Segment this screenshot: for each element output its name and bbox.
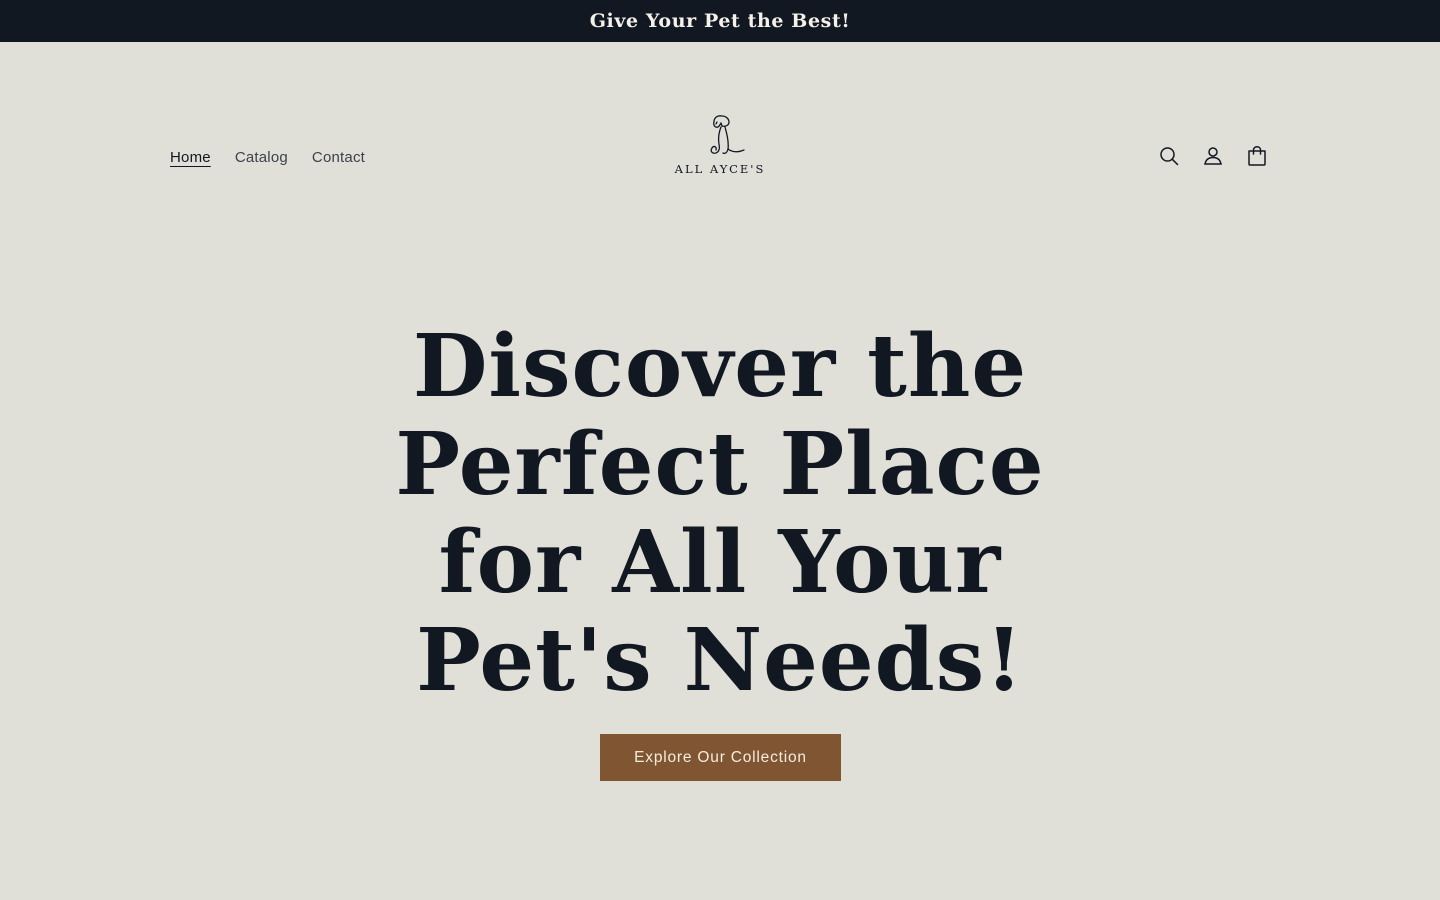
announcement-bar: Give Your Pet the Best!: [0, 0, 1440, 42]
account-icon[interactable]: [1202, 144, 1224, 168]
search-icon[interactable]: [1158, 144, 1180, 168]
hero-heading: Discover the Perfect Place for All Your …: [395, 316, 1045, 711]
dog-line-art-icon: [710, 115, 745, 155]
nav-item-catalog[interactable]: Catalog: [235, 149, 288, 166]
store-logo[interactable]: ALL AYCE'S: [665, 112, 775, 182]
site-header: Home Catalog Contact ALL AYCE'S: [0, 42, 1440, 276]
logo-text: ALL AYCE'S: [674, 162, 766, 176]
nav-item-home[interactable]: Home: [170, 149, 211, 166]
nav-item-contact[interactable]: Contact: [312, 149, 365, 166]
hero-section: Discover the Perfect Place for All Your …: [0, 318, 1440, 710]
explore-collection-button[interactable]: Explore Our Collection: [600, 734, 841, 781]
main-nav: Home Catalog Contact: [170, 149, 365, 166]
header-icons: [1158, 144, 1268, 168]
announcement-text: Give Your Pet the Best!: [589, 10, 851, 32]
cart-icon[interactable]: [1246, 144, 1268, 168]
